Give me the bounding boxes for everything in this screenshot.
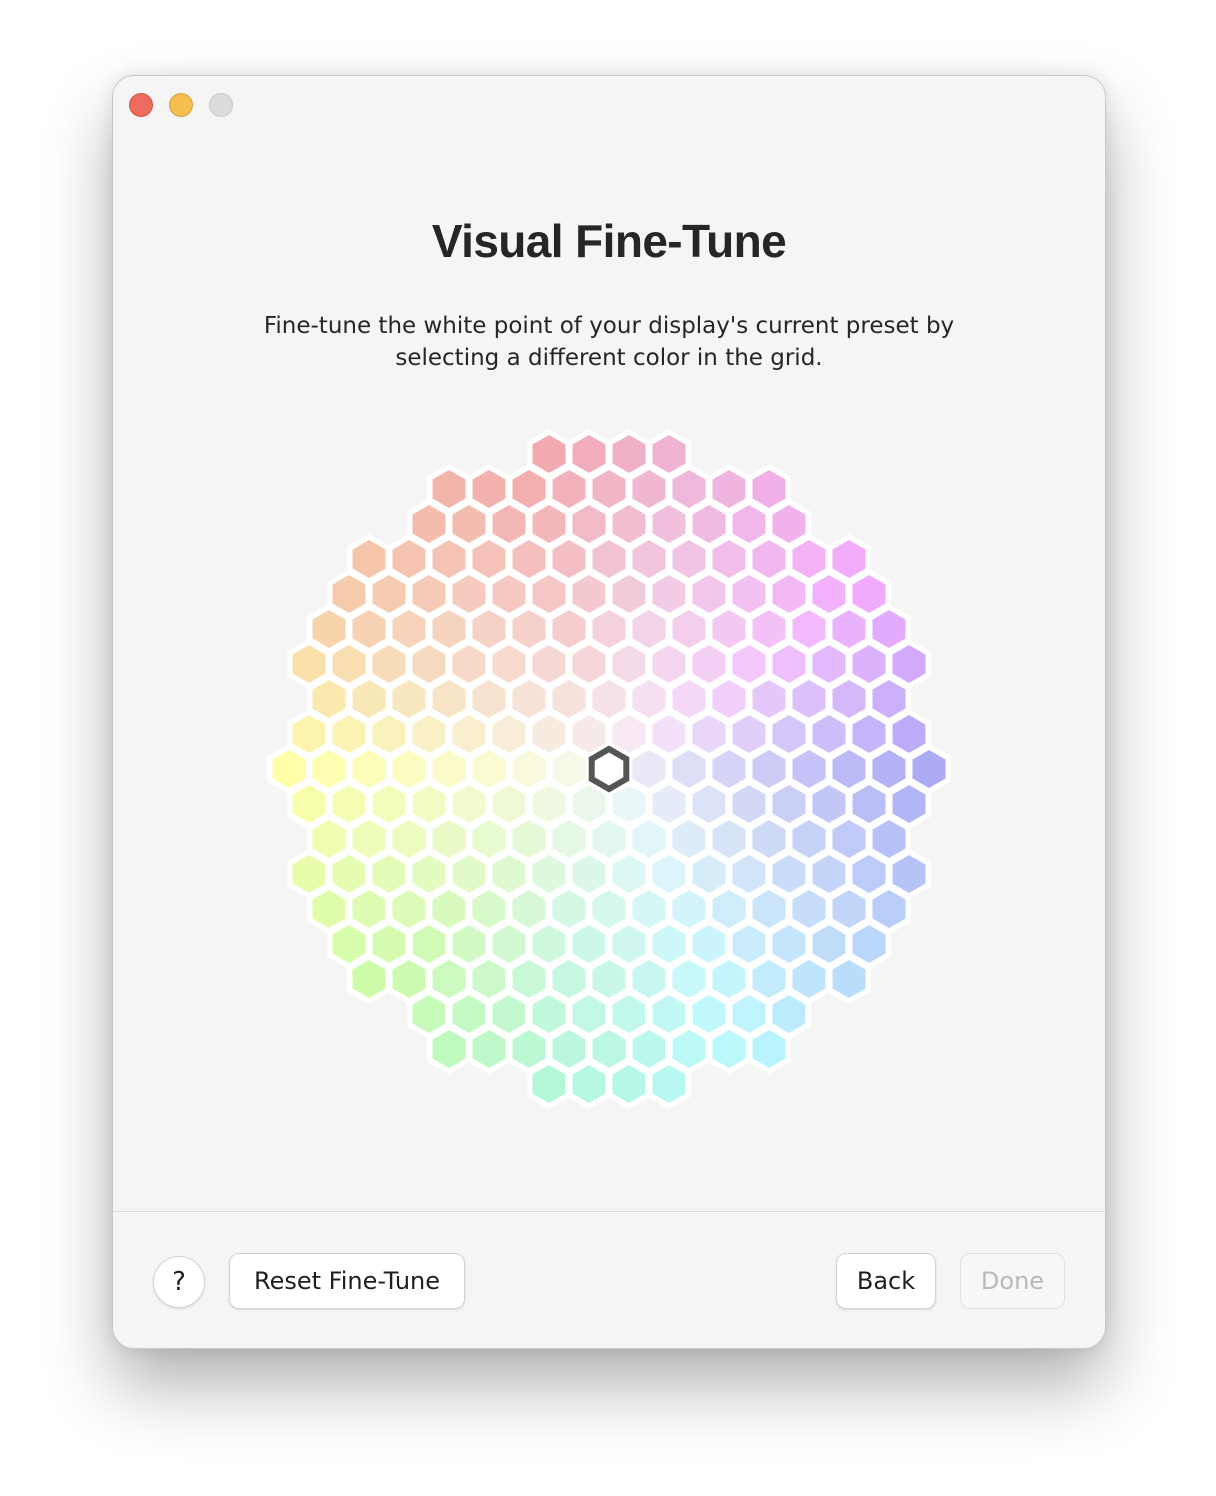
help-button[interactable]: ? <box>153 1256 205 1308</box>
fine-tune-window: Visual Fine-Tune Fine-tune the white poi… <box>112 75 1106 1349</box>
back-button[interactable]: Back <box>836 1253 936 1309</box>
footer-divider <box>113 1211 1105 1212</box>
selected-cell-indicator[interactable] <box>588 745 630 793</box>
reset-fine-tune-button[interactable]: Reset Fine-Tune <box>229 1253 465 1309</box>
white-point-color-grid <box>267 429 951 1109</box>
done-button[interactable]: Done <box>960 1253 1065 1309</box>
